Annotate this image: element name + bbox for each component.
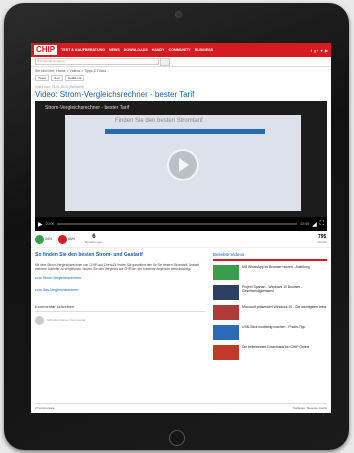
avatar [35,315,44,325]
related-title: Project Spartan - Windows 10 Browser - G… [242,285,303,294]
youtube-icon[interactable]: ▶ [325,48,328,53]
related-title: MS WhatsApp im Browser nutzen - Anleitun… [242,265,310,269]
breadcrumb[interactable]: Sie sind hier: Home > Videos > Tipps & T… [31,67,331,75]
related-thumbnail [213,285,239,300]
thumbs-down-percent: 66% [68,237,76,241]
volume-icon[interactable]: ◢ [312,221,317,228]
tablet-frame: CHIP TEST & KAUFBERATUNG NEWS DOWNLOADS … [4,3,349,450]
related-column: Beliebte Videos MS WhatsApp im Browser n… [209,248,331,369]
comment-input[interactable]: Schreibe Deinen Kommentar... [35,315,205,325]
vote-count-label: Bewertungen [85,240,103,244]
related-thumbnail [213,345,239,360]
comment-count: 2 Kommentare [35,406,55,410]
player-title: Strom-Vergleichsrechner - bester Tarif [45,105,130,111]
play-pause-button[interactable]: ▶ [38,221,43,228]
related-item[interactable]: Project Spartan - Windows 10 Browser - G… [213,285,327,300]
googleplus-icon[interactable]: g+ [314,48,319,53]
site-header: CHIP TEST & KAUFBERATUNG NEWS DOWNLOADS … [31,43,331,57]
frame-banner [105,129,265,134]
related-item[interactable]: Die beliebtesten Downloads bei CHIP Onli… [213,345,327,360]
player-controls: ▶ 00:00 02:05 ◢ ⛶ [35,217,327,231]
browser-screen: CHIP TEST & KAUFBERATUNG NEWS DOWNLOADS … [31,43,331,413]
nav-item-business[interactable]: BUSINESS [195,48,213,52]
related-thumbnail [213,325,239,340]
video-player[interactable]: Strom-Vergleichsrechner - bester Tarif F… [35,101,327,231]
progress-track[interactable] [57,223,298,225]
view-count-label: Aufrufe [317,240,327,244]
comments-footer: 2 Kommentare Sortieren: Neueste zuerst [35,403,327,410]
like-button[interactable]: Gefällt mir [64,75,85,81]
related-title: Microsoft präsentiert Windows 10 - Die w… [242,305,327,309]
article-heading: So finden Sie den besten Strom- und Gast… [35,252,143,258]
home-button[interactable] [169,430,185,446]
related-thumbnail [213,265,239,280]
social-links: f g+ ♥ ▶ [311,48,328,53]
fullscreen-icon[interactable]: ⛶ [320,221,324,228]
nav-item-community[interactable]: COMMUNITY [169,48,191,52]
time-total: 02:05 [300,222,310,226]
nav-item-test[interactable]: TEST & KAUFBERATUNG [61,48,105,52]
facebook-icon[interactable]: f [311,48,312,53]
comments-heading: Kommentar schreiben [35,304,205,312]
tweet-button[interactable]: Tweet [35,75,50,81]
search-button[interactable] [160,57,170,66]
heart-icon[interactable]: ♥ [321,48,323,53]
gplus-button[interactable]: G+1 [51,75,63,81]
nav-item-news[interactable]: NEWS [109,48,120,52]
gas-link[interactable]: zum Gas-Vergleichsrechner [35,288,205,292]
view-count: 795 Aufrufe [317,234,327,244]
time-current: 00:00 [45,222,55,226]
vote-count: 6 Bewertungen [85,234,103,244]
comment-sort[interactable]: Sortieren: Neueste zuerst [293,406,327,410]
strom-link[interactable]: zum Strom-Vergleichsrechner [35,276,205,280]
site-logo[interactable]: CHIP [34,45,58,55]
related-item[interactable]: Microsoft präsentiert Windows 10 - Die w… [213,305,327,320]
camera-icon [175,11,182,18]
related-heading: Beliebte Videos [213,252,327,261]
nav-item-downloads[interactable]: DOWNLOADS [124,48,148,52]
main-nav: TEST & KAUFBERATUNG NEWS DOWNLOADS HANDY… [61,48,311,52]
article-column: So finden Sie den besten Strom- und Gast… [31,248,209,369]
related-thumbnail [213,305,239,320]
comment-placeholder: Schreibe Deinen Kommentar... [47,318,88,323]
article-body: Mit dem Strom-Vergleichsrechner von CHIP… [35,263,199,272]
search-input[interactable]: Suchbegriff eingeben [35,58,159,65]
search-bar: Suchbegriff eingeben [31,57,331,67]
thumbs-down[interactable]: 66% [58,234,76,244]
frame-heading: Finden Sie den besten Stromtarif [115,118,203,124]
thumbs-down-icon [58,234,68,244]
play-icon[interactable] [167,149,199,181]
thumbs-up[interactable]: 34% [35,234,53,244]
video-frame[interactable]: Finden Sie den besten Stromtarif [65,115,301,211]
related-item[interactable]: USB-Stick bootfähig machen - Praxis-Tipp [213,325,327,340]
related-item[interactable]: MS WhatsApp im Browser nutzen - Anleitun… [213,265,327,280]
rating-bar: 34% 66% 6 Bewertungen 795 Aufrufe [31,231,331,248]
thumbs-up-percent: 34% [45,237,53,241]
thumbs-up-icon [35,234,44,244]
content-columns: So finden Sie den besten Strom- und Gast… [31,248,331,369]
page-title: Video: Strom-Vergleichsrechner - bester … [35,90,195,99]
nav-item-handy[interactable]: HANDY [152,48,165,52]
video-meta: Video vom: 24.01.2013 (Verifiziert) [35,85,84,89]
related-title: USB-Stick bootfähig machen - Praxis-Tipp [242,325,306,329]
related-title: Die beliebtesten Downloads bei CHIP Onli… [242,345,310,349]
